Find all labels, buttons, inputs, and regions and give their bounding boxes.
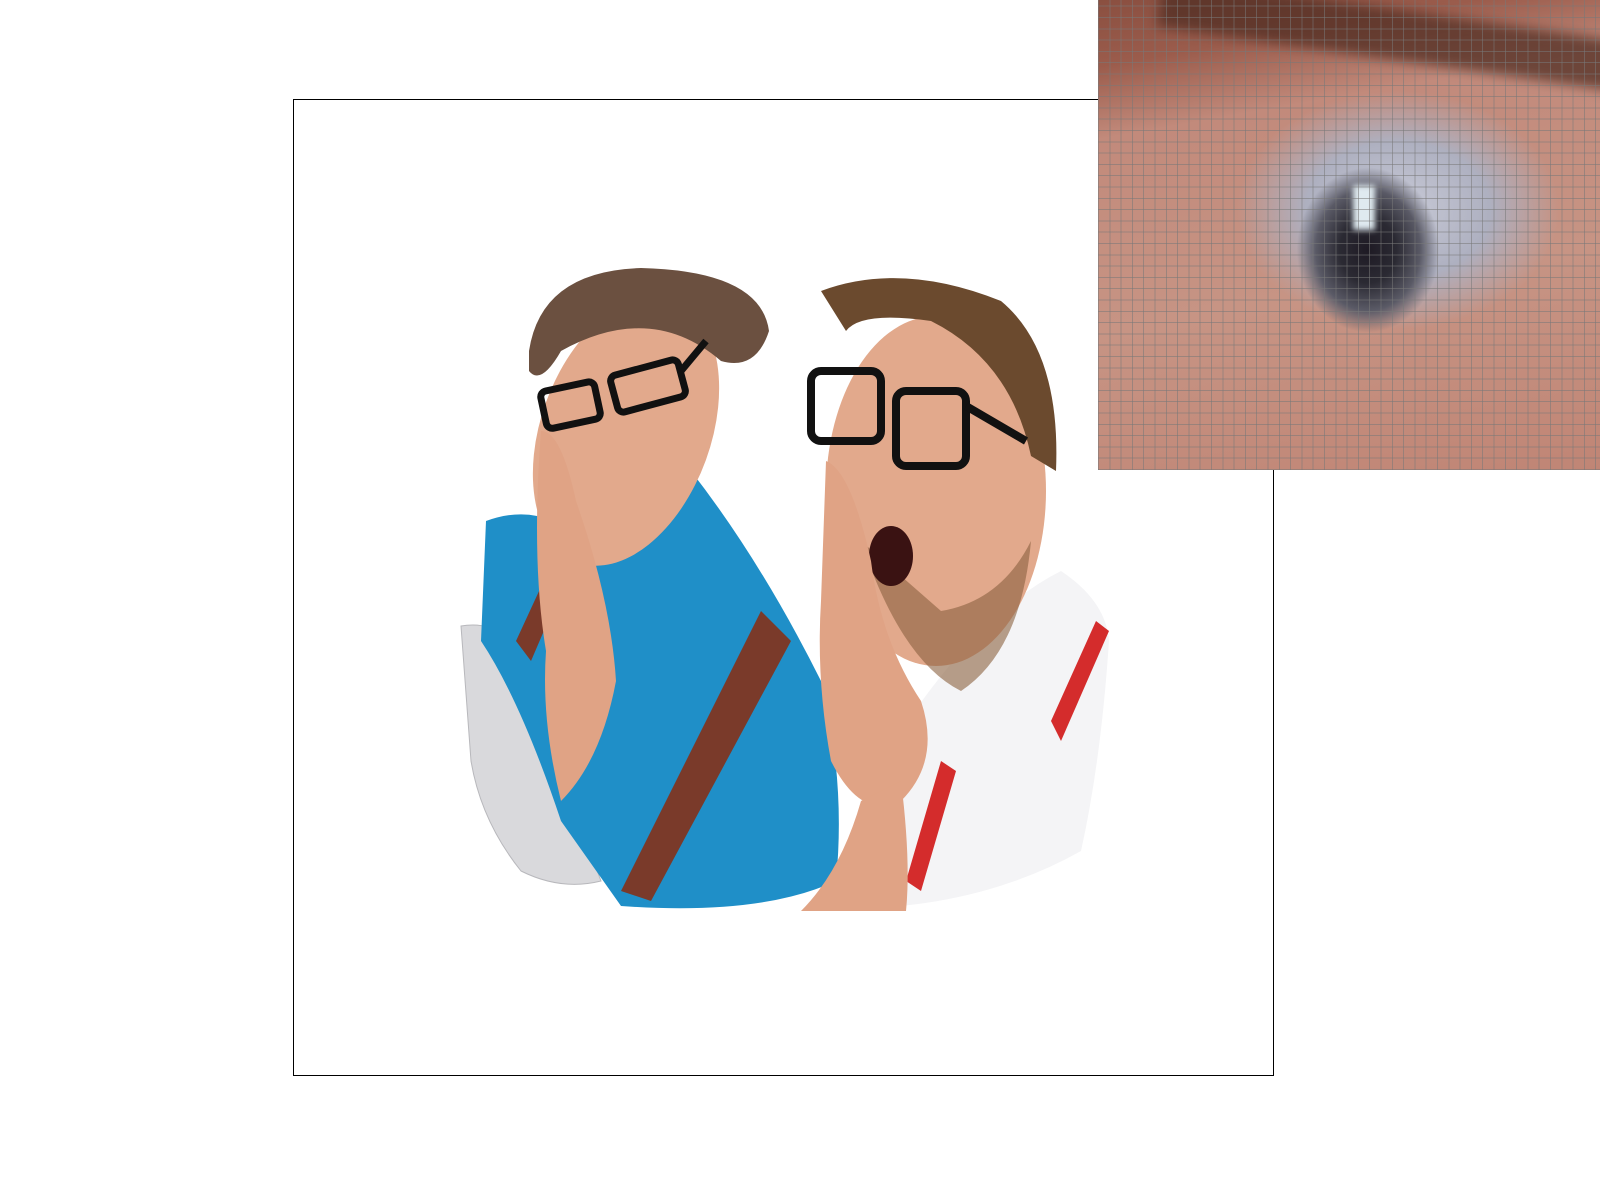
right-man-mouth [869, 526, 913, 586]
pixel-zoom-inset [1098, 0, 1600, 470]
pixel-grid [1098, 0, 1600, 470]
